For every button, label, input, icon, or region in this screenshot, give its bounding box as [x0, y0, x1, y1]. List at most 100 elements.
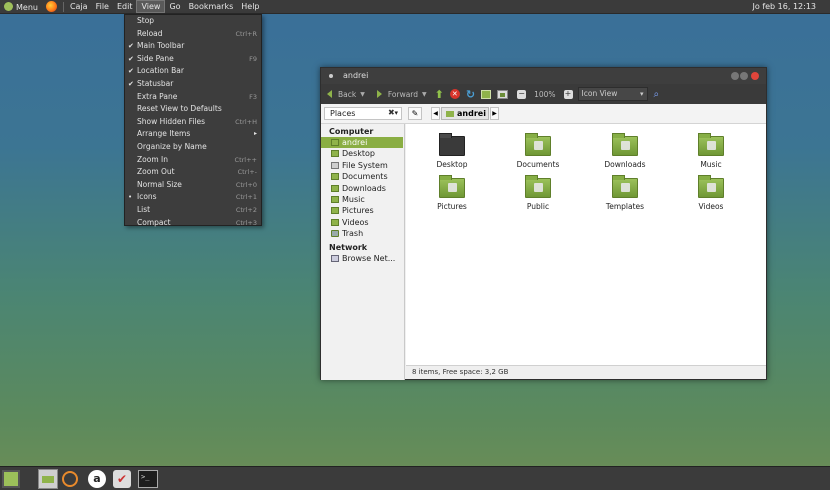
- main-menu-button[interactable]: Menu: [0, 1, 42, 12]
- sidebar-item[interactable]: Downloads: [321, 183, 404, 194]
- minimize-button[interactable]: [731, 72, 739, 80]
- folder-item[interactable]: Videos: [671, 175, 751, 211]
- folder-item[interactable]: Downloads: [585, 133, 665, 169]
- file-icon-view[interactable]: Desktop Documents Downloads Music Pictures Pu…: [406, 124, 766, 365]
- menu-item-label: Icons: [137, 192, 157, 202]
- close-sidebar-icon[interactable]: ✖: [388, 108, 395, 117]
- home-folder-icon: [446, 111, 454, 117]
- view-menu-item[interactable]: List Ctrl+2: [125, 204, 261, 217]
- sidebar-heading-computer: Computer: [329, 127, 374, 136]
- view-menu-item[interactable]: Arrange Items ▸: [125, 128, 261, 141]
- view-menu-item[interactable]: ✔ Main Toolbar: [125, 40, 261, 53]
- sidebar-item[interactable]: Documents: [321, 171, 404, 182]
- menu-item-shortcut: Ctrl+2: [235, 205, 257, 214]
- maximize-button[interactable]: [740, 72, 748, 80]
- view-menu-item[interactable]: Zoom Out Ctrl+-: [125, 166, 261, 179]
- search-button[interactable]: ⌕: [654, 89, 660, 100]
- menu-go[interactable]: Go: [165, 2, 184, 11]
- menu-file[interactable]: File: [92, 2, 113, 11]
- firefox-icon[interactable]: [45, 1, 57, 12]
- back-button[interactable]: Back ▼: [327, 90, 365, 99]
- folder-item[interactable]: Public: [498, 175, 578, 211]
- breadcrumb-scroll-right[interactable]: ▶: [490, 107, 499, 120]
- folder-emblem-icon: [707, 141, 716, 150]
- sidebar-item[interactable]: File System: [321, 160, 404, 171]
- forward-history-chevron-icon[interactable]: ▼: [422, 91, 427, 98]
- view-menu-item[interactable]: ✔ Side Pane F9: [125, 53, 261, 66]
- breadcrumb-home[interactable]: andrei: [441, 107, 489, 120]
- view-menu-item[interactable]: Reload Ctrl+R: [125, 28, 261, 41]
- back-arrow-icon: [327, 90, 332, 98]
- view-menu-item[interactable]: ✔ Location Bar: [125, 65, 261, 78]
- reload-button[interactable]: ↻: [466, 88, 475, 101]
- menu-bookmarks[interactable]: Bookmarks: [185, 2, 238, 11]
- zoom-level[interactable]: 100%: [534, 90, 555, 99]
- window-titlebar[interactable]: andrei: [321, 68, 766, 84]
- menu-help[interactable]: Help: [237, 2, 263, 11]
- folder-item[interactable]: Music: [671, 133, 751, 169]
- search-tool-launcher-icon[interactable]: [62, 471, 78, 487]
- places-sidebar: Computer andrei Desktop File System Document…: [321, 124, 405, 380]
- forward-arrow-icon: [376, 90, 382, 98]
- home-button[interactable]: [481, 89, 492, 99]
- mail-launcher-icon[interactable]: ✔: [113, 470, 131, 488]
- folder-label: Videos: [698, 202, 724, 211]
- show-desktop-icon[interactable]: [2, 470, 20, 488]
- view-menu-item[interactable]: Organize by Name: [125, 141, 261, 154]
- main-toolbar: Back ▼ Forward ▼ ⬆ ✕ ↻ − 100% + Icon View …: [321, 84, 766, 104]
- view-menu-item[interactable]: Extra Pane F3: [125, 91, 261, 104]
- zoom-out-button[interactable]: −: [517, 89, 527, 99]
- anonymous-browser-launcher-icon[interactable]: a: [88, 470, 106, 488]
- menu-item-shortcut: Ctrl++: [234, 155, 257, 164]
- computer-button[interactable]: [497, 89, 509, 99]
- breadcrumb-scroll-left[interactable]: ◀: [431, 107, 440, 120]
- menu-item-shortcut: Ctrl+0: [235, 180, 257, 189]
- back-history-chevron-icon[interactable]: ▼: [360, 91, 365, 98]
- view-menu-item[interactable]: Show Hidden Files Ctrl+H: [125, 116, 261, 129]
- terminal-launcher-icon[interactable]: >_: [138, 470, 158, 488]
- edit-location-button[interactable]: ✎: [408, 107, 422, 120]
- view-menu-item[interactable]: Normal Size Ctrl+0: [125, 179, 261, 192]
- sidebar-item[interactable]: Videos: [321, 217, 404, 228]
- sidebar-item[interactable]: Music: [321, 194, 404, 205]
- checkmark-icon: ✔: [128, 79, 134, 88]
- up-button[interactable]: ⬆: [435, 88, 444, 101]
- folder-item[interactable]: Pictures: [412, 175, 492, 211]
- folder-emblem-icon: [707, 183, 716, 192]
- file-manager-launcher-icon[interactable]: [38, 469, 58, 489]
- view-menu-item[interactable]: Compact Ctrl+3: [125, 217, 261, 230]
- folder-item[interactable]: Templates: [585, 175, 665, 211]
- menu-item-shortcut: F3: [249, 92, 257, 101]
- folder-icon: [698, 133, 724, 156]
- view-menu-item[interactable]: Stop: [125, 15, 261, 28]
- view-menu-item[interactable]: • Icons Ctrl+1: [125, 191, 261, 204]
- menu-view[interactable]: View: [136, 0, 166, 13]
- window-menu-icon[interactable]: [329, 74, 333, 78]
- forward-button[interactable]: Forward ▼: [376, 90, 427, 99]
- main-menu-label: Menu: [16, 2, 38, 12]
- sidebar-item[interactable]: andrei: [321, 137, 403, 149]
- sidebar-item[interactable]: Pictures: [321, 205, 404, 216]
- view-menu-item[interactable]: ✔ Statusbar: [125, 78, 261, 91]
- folder-item[interactable]: Documents: [498, 133, 578, 169]
- menu-item-label: Normal Size: [137, 179, 182, 189]
- folder-label: Music: [700, 160, 722, 169]
- sidebar-item[interactable]: Browse Net...: [321, 253, 404, 264]
- zoom-in-button[interactable]: +: [563, 89, 573, 99]
- menu-item-label: Main Toolbar: [137, 41, 185, 51]
- view-menu-item[interactable]: Reset View to Defaults: [125, 103, 261, 116]
- folder-icon: [439, 175, 465, 198]
- sidebar-item[interactable]: Trash: [321, 228, 404, 239]
- close-button[interactable]: [751, 72, 759, 80]
- folder-item[interactable]: Desktop: [412, 133, 492, 169]
- stop-button[interactable]: ✕: [449, 89, 460, 99]
- clock[interactable]: Jo feb 16, 12:13: [753, 0, 816, 14]
- view-menu-item[interactable]: Zoom In Ctrl++: [125, 154, 261, 167]
- menu-caja[interactable]: Caja: [66, 2, 92, 11]
- disk-icon: [331, 161, 339, 169]
- view-mode-select[interactable]: Icon View: [577, 87, 648, 101]
- places-label: Places: [330, 109, 356, 118]
- sidebar-heading-network: Network: [329, 242, 368, 252]
- menu-edit[interactable]: Edit: [113, 2, 137, 11]
- sidebar-item[interactable]: Desktop: [321, 148, 404, 159]
